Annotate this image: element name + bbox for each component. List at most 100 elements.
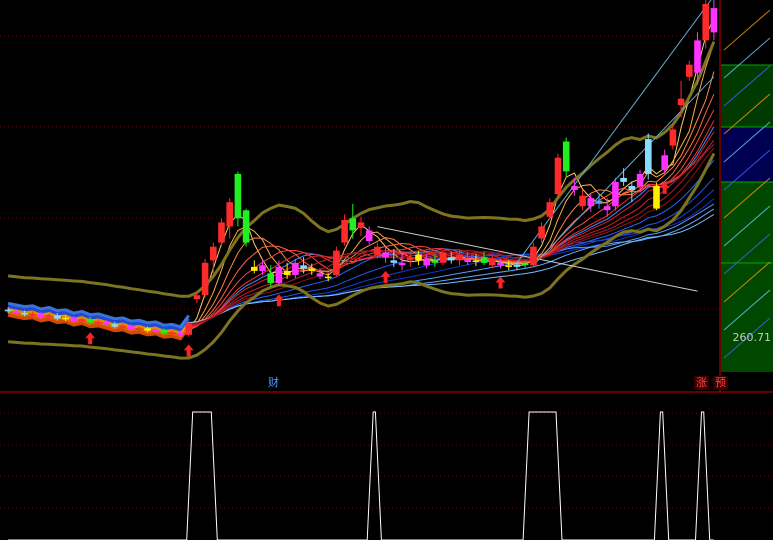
warm-ma-line	[188, 131, 715, 328]
candle-body	[111, 324, 119, 327]
candle-body	[603, 206, 611, 211]
finance-event-badge[interactable]: 财	[266, 376, 281, 390]
candle-body	[292, 262, 299, 275]
signal-arrow-icon	[273, 294, 284, 307]
candle-body	[160, 329, 168, 334]
candle-body	[333, 250, 340, 275]
candle-body	[45, 315, 53, 317]
candle-body	[530, 246, 537, 266]
candle-body	[464, 258, 471, 262]
candle-body	[595, 200, 603, 204]
candle-body	[62, 317, 69, 320]
candle-body	[645, 139, 652, 174]
candle-body	[95, 321, 102, 324]
warm-ma-line	[188, 17, 715, 331]
candle-body	[37, 313, 45, 317]
candle-body	[562, 141, 570, 172]
candle-body	[365, 230, 373, 241]
candle-body	[226, 202, 233, 227]
candle-body	[456, 254, 463, 261]
candle-body	[29, 313, 36, 316]
candle-body	[78, 319, 86, 321]
candle-body	[218, 222, 225, 243]
candle-body	[144, 328, 151, 331]
candle-body	[415, 254, 422, 261]
signal-arrow-icon	[495, 276, 506, 289]
candle-body	[210, 246, 217, 261]
candle-body	[374, 246, 381, 255]
candle-body	[251, 266, 258, 271]
candle-body	[489, 258, 496, 266]
candle-body	[571, 186, 578, 190]
signal-arrow-icon	[85, 332, 96, 345]
candle-body	[710, 8, 718, 33]
candle-body	[308, 268, 316, 271]
candle-body	[612, 182, 619, 207]
cool-ma-line	[188, 208, 715, 324]
candle-body	[185, 323, 192, 335]
candle-body	[686, 64, 693, 77]
candle-body	[341, 220, 348, 243]
candle-body	[497, 262, 504, 266]
candle-body	[103, 321, 110, 325]
trend-line-up	[516, 0, 712, 264]
candle-body	[119, 325, 127, 328]
candle-body	[398, 262, 406, 266]
candle-body	[669, 129, 677, 146]
candle-body	[177, 332, 184, 335]
candle-body	[636, 173, 644, 186]
candle-body	[702, 4, 709, 41]
cool-ma-line	[188, 126, 715, 328]
candle-body	[267, 273, 274, 283]
candle-body	[54, 315, 61, 319]
candle-body	[136, 328, 143, 330]
candle-body	[480, 257, 488, 263]
candle-body	[349, 218, 357, 231]
limit-up-event-badge[interactable]: 涨	[694, 376, 709, 390]
candle-body	[242, 210, 250, 243]
candle-body	[201, 262, 209, 296]
warm-ma-fan	[188, 17, 715, 332]
candle-body	[382, 252, 389, 258]
candle-body	[127, 325, 135, 330]
price-marker-label: 260.71	[732, 331, 772, 344]
candle-body	[423, 258, 430, 266]
candle-body	[193, 295, 201, 300]
candle-body	[653, 186, 660, 209]
candle-body	[407, 257, 414, 261]
candle-body	[620, 177, 627, 182]
candle-body	[390, 260, 398, 263]
forecast-event-badge[interactable]: 预	[713, 376, 728, 390]
candle-body	[152, 329, 160, 332]
olive-band	[7, 41, 716, 360]
cool-ma-fan	[188, 126, 715, 328]
candle-body	[513, 264, 521, 267]
candle-body	[538, 226, 545, 239]
candle-body	[4, 309, 12, 312]
candle-body	[275, 266, 283, 284]
candle-body	[472, 260, 480, 262]
warm-ma-line	[188, 71, 715, 331]
candle-body	[169, 332, 176, 334]
candle-body	[357, 222, 365, 229]
candle-body	[546, 202, 554, 217]
candle-body	[316, 273, 324, 277]
candle-body	[677, 98, 685, 106]
chart-canvas	[0, 0, 773, 540]
candle-body	[521, 263, 529, 266]
signal-arrow-icon	[183, 344, 194, 357]
candle-body	[587, 198, 595, 207]
candle-body	[86, 319, 94, 323]
candle-body	[579, 195, 586, 207]
candle-body	[21, 313, 28, 315]
candle-body	[661, 155, 668, 170]
candle-body	[554, 157, 562, 195]
candle-body	[431, 260, 439, 263]
price-scale	[721, 9, 773, 372]
candle-body	[628, 186, 636, 190]
candle-body	[505, 265, 512, 267]
warm-ma-line	[188, 147, 715, 325]
candle-body	[448, 257, 455, 261]
candle-body	[439, 252, 447, 263]
candle-body	[234, 173, 242, 219]
